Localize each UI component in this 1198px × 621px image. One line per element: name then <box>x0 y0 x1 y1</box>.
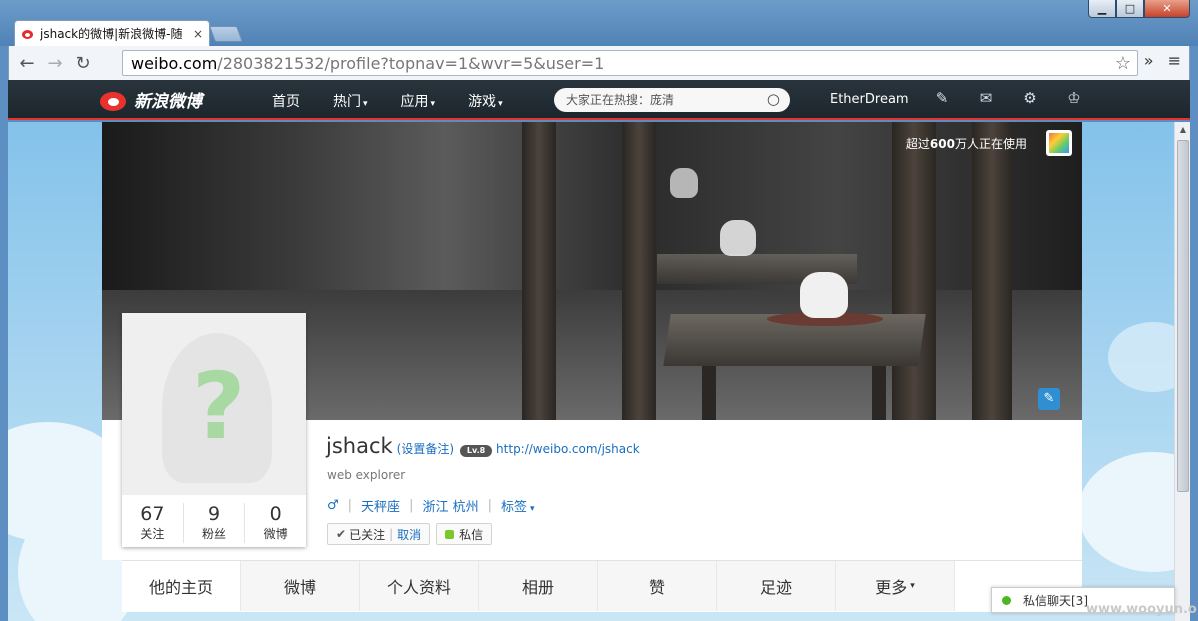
scrollbar-thumb[interactable] <box>1177 140 1189 492</box>
nav-links: 首页 热门 ▾ 应用 ▾ 游戏 ▾ <box>272 91 536 111</box>
profile-username: jshack <box>326 434 393 458</box>
user-count-badge: 超过600万人正在使用 <box>905 137 1027 151</box>
message-button[interactable]: 私信 <box>436 523 493 545</box>
avatar-card: ? 67 关注 9 粉丝 0 微博 <box>122 313 306 547</box>
chevron-down-icon: ▾ <box>363 99 368 109</box>
tab-more[interactable]: 更多 ▾ <box>836 561 955 611</box>
mail-icon[interactable]: ✉ <box>964 89 1008 107</box>
nav-home[interactable]: 首页 <box>272 91 300 111</box>
browser-toolbar: ← → ↻ weibo.com /2803821532/profile?topn… <box>8 46 1190 80</box>
profile-actions: ✔ 已关注 | 取消 私信 <box>327 523 493 545</box>
tab-profile-info[interactable]: 个人资料 <box>360 561 479 611</box>
reload-icon[interactable]: ↻ <box>69 49 97 77</box>
maximize-button[interactable]: □ <box>1116 0 1144 18</box>
profile-stats: 67 关注 9 粉丝 0 微博 <box>122 499 306 547</box>
window-frame-left <box>0 46 8 621</box>
location-link[interactable]: 浙江 杭州 <box>422 496 478 515</box>
window-frame-right <box>1190 46 1198 621</box>
search-input[interactable] <box>564 92 754 108</box>
logo-text: 新浪微博 <box>134 92 202 112</box>
question-mark-icon: ? <box>192 353 246 460</box>
cover-edit-icon[interactable]: ✎ <box>1038 388 1060 410</box>
edit-icon[interactable]: ✎ <box>920 89 964 107</box>
check-icon: ✔ <box>336 527 347 541</box>
profile-name-row: jshack (设置备注) Lv.8 http://weibo.com/jsha… <box>326 434 640 458</box>
window-controls: ▁ □ ✕ <box>1088 0 1190 18</box>
url-path: /2803821532/profile?topnav=1&wvr=5&user=… <box>217 53 605 73</box>
crown-icon[interactable]: ♔ <box>1052 89 1096 107</box>
chevron-down-icon: ▾ <box>530 504 535 514</box>
nav-apps[interactable]: 应用 ▾ <box>401 91 436 111</box>
weibo-eye-icon <box>100 88 130 112</box>
window-titlebar: ▁ □ ✕ jshack的微博|新浪微博-随 × <box>0 0 1198 46</box>
page-scrollbar[interactable]: ▲ <box>1174 122 1190 621</box>
level-badge[interactable]: Lv.8 <box>460 445 493 457</box>
close-window-button[interactable]: ✕ <box>1144 0 1190 18</box>
chevron-down-icon: ▾ <box>498 99 503 109</box>
chevron-down-icon: ▾ <box>910 581 915 591</box>
watermark: www.wooyun.org <box>1086 602 1198 617</box>
minimize-button[interactable]: ▁ <box>1088 0 1116 18</box>
bookmark-star-icon[interactable]: ☆ <box>1115 53 1131 74</box>
browser-tab-active[interactable]: jshack的微博|新浪微博-随 × <box>14 20 210 46</box>
stat-following[interactable]: 67 关注 <box>122 503 184 543</box>
zodiac-link[interactable]: 天秤座 <box>361 496 400 515</box>
nav-icons: ✎ ✉ ⚙ ♔ <box>920 89 1096 107</box>
followed-button[interactable]: ✔ 已关注 | 取消 <box>327 523 431 545</box>
tags-dropdown[interactable]: 标签 ▾ <box>501 496 535 515</box>
tab-footprints[interactable]: 足迹 <box>717 561 836 611</box>
search-icon[interactable]: ○ <box>767 90 780 108</box>
male-gender-icon: ♂ <box>327 498 339 513</box>
new-tab-button[interactable] <box>209 26 243 42</box>
stat-followers[interactable]: 9 粉丝 <box>184 503 246 543</box>
tab-weibo[interactable]: 微博 <box>241 561 360 611</box>
profile-url-link[interactable]: http://weibo.com/jshack <box>496 442 640 456</box>
profile-meta: ♂ | 天秤座 | 浙江 杭州 | 标签 ▾ <box>327 496 535 515</box>
nav-hot[interactable]: 热门 ▾ <box>333 91 368 111</box>
toolbar-right: » ≡ <box>1144 51 1181 70</box>
chat-label: 私信聊天[3] <box>1023 593 1088 608</box>
gear-icon[interactable]: ⚙ <box>1008 89 1052 107</box>
weibo-logo[interactable]: 新浪微博 <box>100 87 202 112</box>
current-username[interactable]: EtherDream <box>830 92 909 107</box>
back-arrow-icon[interactable]: ← <box>13 49 41 77</box>
scroll-up-arrow-icon[interactable]: ▲ <box>1175 122 1191 138</box>
tab-close-icon[interactable]: × <box>193 27 203 41</box>
tab-album[interactable]: 相册 <box>479 561 598 611</box>
stat-posts[interactable]: 0 微博 <box>245 503 306 543</box>
profile-bio: web explorer <box>327 468 406 482</box>
message-icon <box>445 529 455 539</box>
chevron-down-icon: ▾ <box>430 99 436 109</box>
tab-title: jshack的微博|新浪微博-随 <box>40 27 183 41</box>
unfollow-link[interactable]: 取消 <box>397 526 421 543</box>
weibo-favicon-icon <box>21 28 35 40</box>
nav-games[interactable]: 游戏 ▾ <box>468 91 503 111</box>
forward-arrow-icon[interactable]: → <box>41 49 69 77</box>
avatar[interactable]: ? <box>122 313 306 495</box>
search-box: ○ <box>554 88 790 112</box>
tab-home[interactable]: 他的主页 <box>122 561 241 611</box>
online-status-icon <box>1002 595 1011 605</box>
tab-likes[interactable]: 赞 <box>598 561 717 611</box>
overflow-chevron-icon[interactable]: » <box>1144 51 1154 70</box>
set-remark-link[interactable]: (设置备注) <box>397 440 454 457</box>
menu-icon[interactable]: ≡ <box>1168 51 1181 70</box>
weibo-top-nav: 新浪微博 首页 热门▾ 应用▾ 游戏▾ ○ EtherDream ✎ ✉ ⚙ ♔ <box>8 80 1190 120</box>
url-host: weibo.com <box>131 53 218 73</box>
profile-tabs: 他的主页 微博 个人资料 相册 赞 足迹 更多 ▾ <box>122 560 1082 612</box>
address-bar[interactable]: weibo.com /2803821532/profile?topnav=1&w… <box>122 50 1138 76</box>
palette-icon[interactable] <box>1046 130 1072 156</box>
